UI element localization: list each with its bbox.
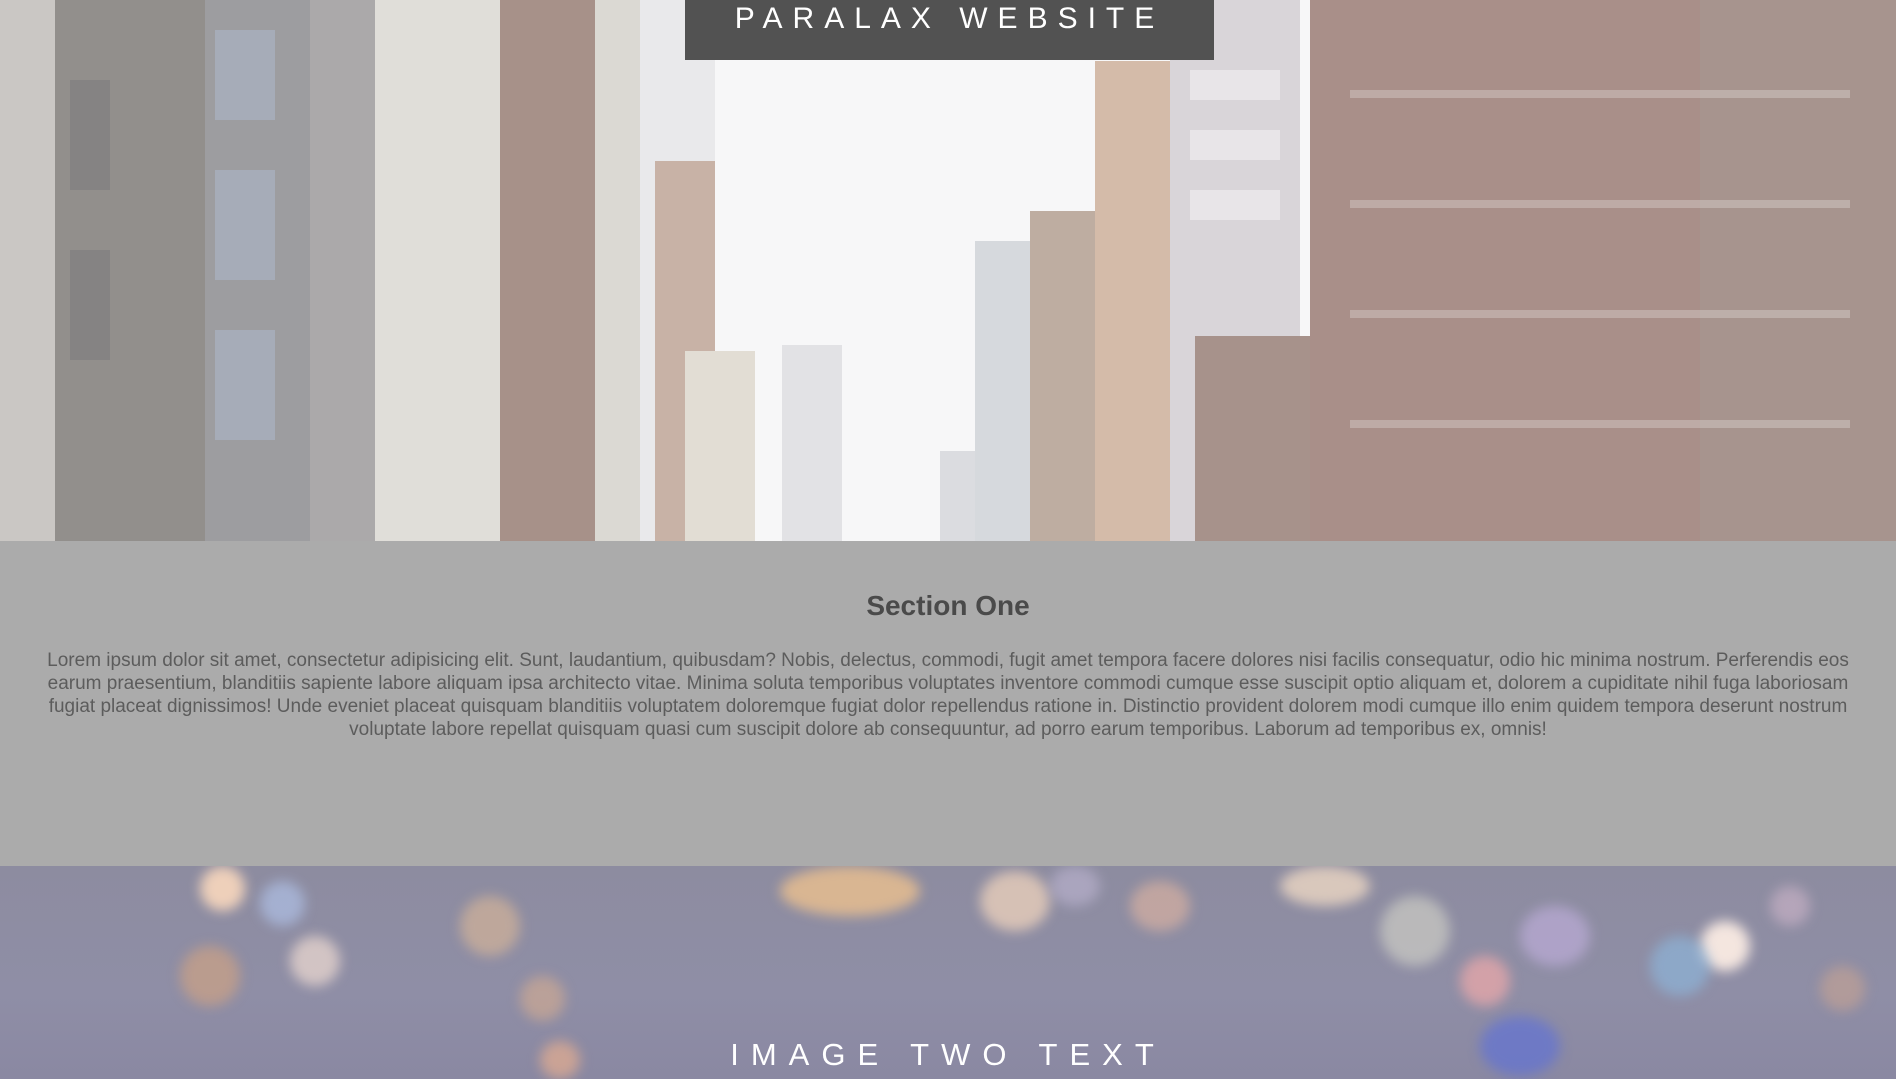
section-one-body: Lorem ipsum dolor sit amet, consectetur … <box>47 650 1849 740</box>
section-one-heading: Section One <box>866 590 1030 621</box>
image-two-bokeh: IMAGE TWO TEXT <box>0 866 1896 1079</box>
image-two-text: IMAGE TWO TEXT <box>730 1037 1166 1072</box>
page: PARALAX WEBSITE Section One Lorem ipsum … <box>0 0 1896 1079</box>
section-one: Section One Lorem ipsum dolor sit amet, … <box>0 541 1896 866</box>
hero-city-image: PARALAX WEBSITE <box>0 0 1896 541</box>
site-title: PARALAX WEBSITE <box>734 2 1165 35</box>
site-title-box: PARALAX WEBSITE <box>685 0 1214 60</box>
hero-overlay <box>0 0 1896 541</box>
